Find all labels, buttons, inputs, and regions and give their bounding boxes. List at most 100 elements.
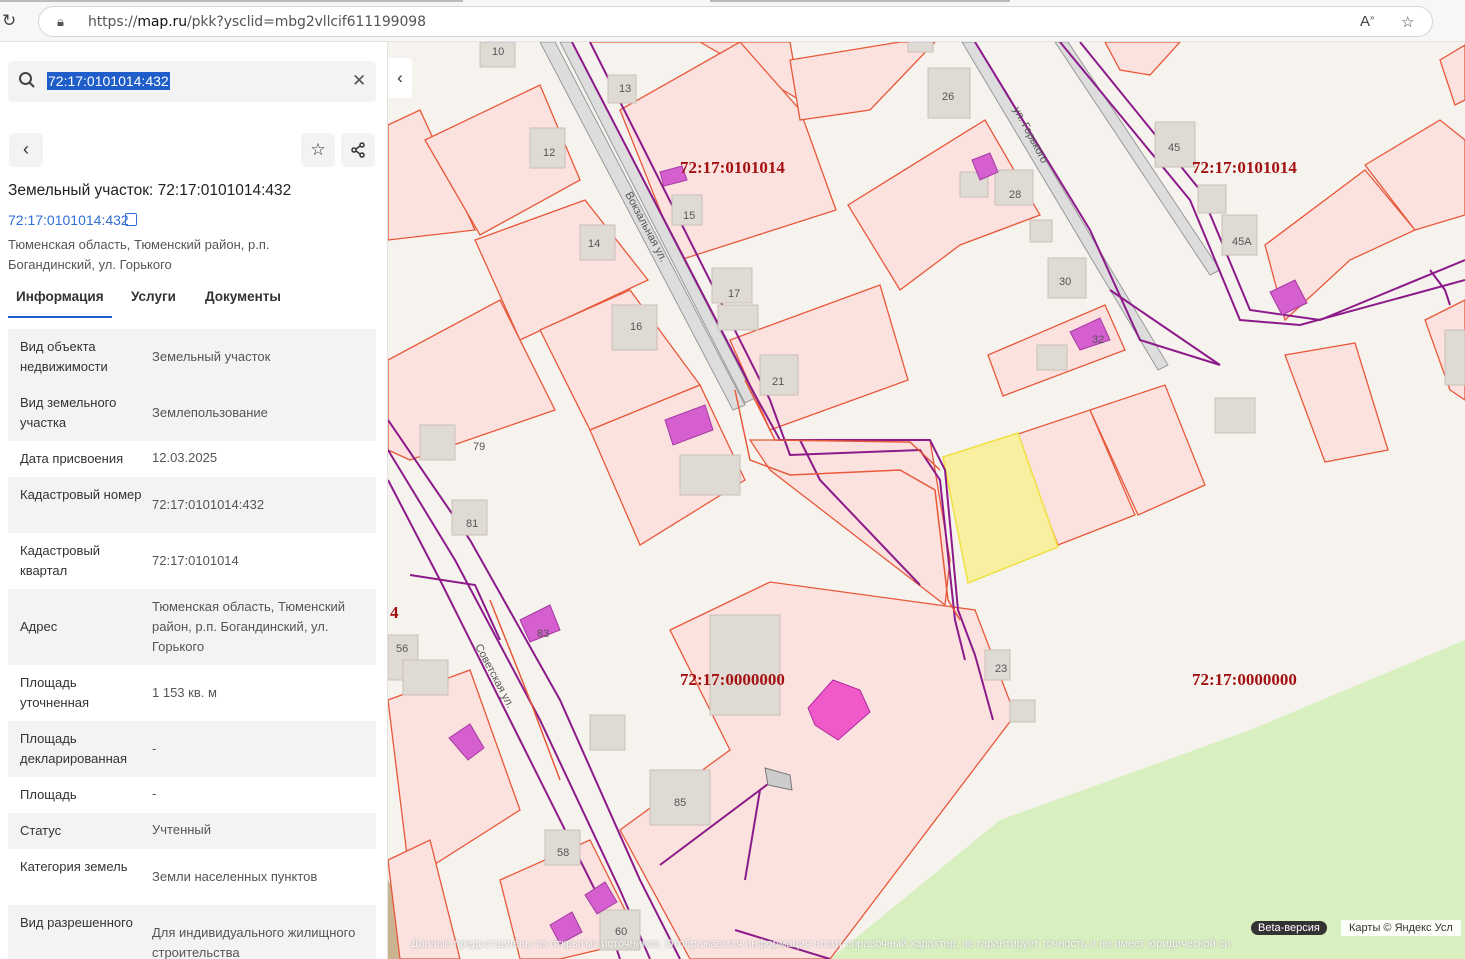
favorite-button[interactable]: ☆ (301, 133, 335, 167)
house-number: 13 (619, 83, 632, 95)
property-label: Категория земель (20, 859, 128, 874)
house-number: 60 (615, 926, 628, 938)
cadastral-map[interactable]: 72:17:0101014 72:17:0101014 72:17:000000… (388, 42, 1465, 959)
quarter-label: 4 (390, 603, 399, 622)
chevron-left-icon: ‹ (397, 68, 403, 87)
url-text: https://map.ru/pkk?ysclid=mbg2vllcif6111… (88, 14, 426, 30)
building (589, 714, 626, 751)
beta-badge: Beta-версия (1251, 921, 1327, 935)
house-number: 45 (1168, 142, 1181, 154)
tab-edge (710, 0, 1010, 2)
house-number: 16 (630, 321, 643, 333)
building (419, 424, 456, 461)
cadastral-number-link[interactable]: 72:17:0101014:432 (8, 212, 129, 228)
building (907, 42, 934, 53)
star-icon: ☆ (310, 140, 326, 159)
building (402, 659, 449, 696)
house-number: 14 (588, 238, 601, 250)
property-value: 1 153 кв. м (152, 685, 217, 700)
house-number: 81 (466, 518, 479, 530)
search-input[interactable]: 72:17:0101014:432 (47, 72, 170, 90)
collapse-panel-button[interactable]: ‹ (388, 58, 412, 98)
property-value: Учтенный (152, 822, 212, 837)
property-row: Статус Учтенный (8, 813, 376, 849)
house-number: 85 (674, 797, 687, 809)
house-number: 28 (1009, 189, 1022, 201)
property-value: Земли населенных пунктов (152, 869, 318, 884)
property-label: Площадь уточненная (20, 675, 90, 710)
parcel (748, 439, 951, 607)
read-aloud-icon[interactable]: A» (1360, 13, 1374, 30)
property-row: Вид объекта недвижимости Земельный участо… (8, 329, 376, 385)
back-button[interactable]: ‹ (9, 133, 43, 167)
property-value: 72:17:0101014:432 (152, 497, 265, 512)
house-number: 12 (543, 147, 556, 159)
house-number: 58 (557, 847, 570, 859)
house-number: 21 (772, 376, 785, 388)
search-box[interactable]: 72:17:0101014:432 ✕ (8, 61, 376, 102)
property-row: Площадь уточненная 1 153 кв. м (8, 665, 376, 721)
copy-icon[interactable] (125, 213, 137, 226)
map-canvas[interactable] (388, 42, 1465, 959)
house-number: 17 (728, 288, 741, 300)
building (709, 614, 781, 716)
share-button[interactable] (341, 133, 375, 167)
clear-icon[interactable]: ✕ (352, 71, 366, 91)
quarter-label: 72:17:0101014 (1192, 158, 1297, 177)
building (1221, 214, 1258, 256)
building (679, 454, 741, 496)
property-label: Статус (20, 823, 62, 838)
building (717, 304, 759, 331)
house-number: 10 (492, 46, 505, 58)
lock-icon: 🔒︎ (57, 14, 64, 29)
property-row: Площадь декларированная - (8, 721, 376, 777)
tab-documents[interactable]: Документы (205, 289, 281, 304)
building (1197, 184, 1227, 214)
house-number: 45А (1232, 236, 1252, 248)
object-address: Тюменская область, Тюменский район, р.п.… (8, 235, 308, 275)
parcel (789, 42, 936, 121)
property-value: 72:17:0101014 (152, 553, 239, 568)
property-row: Адрес Тюменская область, Тюменский район,… (8, 589, 376, 665)
parcel (1439, 44, 1465, 106)
quarter-label: 72:17:0000000 (1192, 670, 1297, 689)
property-value: Тюменская область, Тюменский район, р.п.… (152, 599, 346, 654)
house-number: 23 (995, 663, 1008, 675)
property-row: Вид земельного участка Землепользование (8, 385, 376, 441)
favorite-star-icon[interactable]: ☆ (1401, 13, 1414, 31)
map-copyright[interactable]: Карты © Яндекс Усл (1341, 920, 1461, 936)
property-label: Вид разрешенного (20, 915, 133, 930)
address-line: Богандинский, ул. Горького (8, 257, 172, 272)
property-label: Вид земельного участка (20, 395, 117, 430)
building (759, 354, 799, 396)
house-number: 56 (396, 643, 409, 655)
property-value: Землепользование (152, 405, 268, 420)
property-label: Площадь (20, 787, 77, 802)
property-label: Вид объекта недвижимости (20, 339, 108, 374)
property-row: Кадастровый номер 72:17:0101014:432 (8, 477, 376, 533)
house-number: 79 (473, 441, 486, 453)
house-number: 30 (1059, 276, 1072, 288)
utility-line (409, 574, 501, 641)
object-title: Земельный участок: 72:17:0101014:432 (8, 182, 292, 199)
building (1444, 329, 1465, 386)
property-label: Площадь декларированная (20, 731, 128, 766)
reload-icon[interactable]: ↻ (2, 12, 20, 30)
address-line: Тюменская область, Тюменский район, р.п. (8, 237, 270, 252)
chevron-left-icon: ‹ (23, 139, 29, 159)
share-icon (351, 142, 365, 158)
tab-information[interactable]: Информация (16, 289, 104, 304)
property-row: Площадь - (8, 777, 376, 813)
address-bar[interactable]: 🔒︎ https://map.ru/pkk?ysclid=mbg2vllcif6… (38, 6, 1433, 37)
building (1029, 219, 1053, 243)
parcel (1284, 342, 1389, 463)
tab-services[interactable]: Услуги (131, 289, 176, 304)
browser-toolbar: ↻ 🔒︎ https://map.ru/pkk?ysclid=mbg2vllci… (0, 0, 1465, 42)
map-disclaimer: Данные предоставлены из открытых источни… (411, 938, 1231, 950)
parcel (1104, 42, 1181, 76)
info-panel: 72:17:0101014:432 ✕ ‹ ☆ Земельный участо… (0, 42, 388, 959)
active-tab-indicator (8, 316, 112, 318)
building (1036, 344, 1068, 371)
building (1009, 699, 1036, 723)
tab-edge (0, 0, 463, 2)
